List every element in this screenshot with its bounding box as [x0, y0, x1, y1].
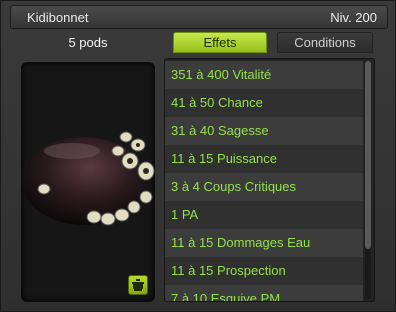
- recipe-button[interactable]: [128, 275, 148, 295]
- item-image-frame: [21, 62, 155, 302]
- scrollbar-thumb[interactable]: [365, 61, 371, 249]
- effect-row: 11 à 15 Dommages Eau: [165, 229, 363, 257]
- effect-row: 41 à 50 Chance: [165, 89, 363, 117]
- hat-item-image: [22, 131, 155, 226]
- effects-list: 351 à 400 Vitalité 41 à 50 Chance 31 à 4…: [164, 58, 375, 302]
- effect-row: 351 à 400 Vitalité: [165, 61, 363, 89]
- effect-row: 7 à 10 Esquive PM: [165, 285, 363, 301]
- effect-row: 11 à 15 Puissance: [165, 145, 363, 173]
- effect-row: 3 à 4 Coups Critiques: [165, 173, 363, 201]
- tab-effects[interactable]: Effets: [173, 32, 267, 53]
- item-weight: 5 pods: [68, 35, 108, 50]
- cooking-pot-icon: [132, 279, 144, 291]
- effects-scrollbar[interactable]: [365, 61, 371, 299]
- item-tooltip-panel: Kidibonnet Niv. 200 5 pods Effets Condit…: [0, 0, 396, 312]
- item-level: Niv. 200: [330, 10, 377, 25]
- title-bar: Kidibonnet Niv. 200: [10, 5, 388, 29]
- tab-conditions[interactable]: Conditions: [277, 32, 373, 53]
- effect-row: 31 à 40 Sagesse: [165, 117, 363, 145]
- item-name: Kidibonnet: [27, 10, 89, 25]
- effect-row: 11 à 15 Prospection: [165, 257, 363, 285]
- effect-row: 1 PA: [165, 201, 363, 229]
